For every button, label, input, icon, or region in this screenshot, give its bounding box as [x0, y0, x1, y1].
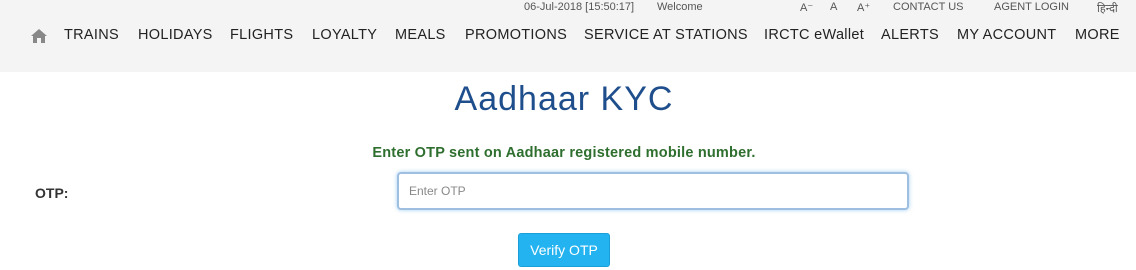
nav-item-irctc-ewallet[interactable]: IRCTC eWallet	[764, 27, 864, 43]
font-increase-button[interactable]: A⁺	[857, 1, 870, 14]
agent-login-link[interactable]: AGENT LOGIN	[994, 1, 1069, 13]
nav-item-flights[interactable]: FLIGHTS	[230, 27, 293, 43]
nav-item-my-account[interactable]: MY ACCOUNT	[957, 27, 1056, 43]
verify-otp-button[interactable]: Verify OTP	[518, 233, 610, 267]
welcome-text: Welcome	[657, 1, 703, 13]
top-utility-bar: 06-Jul-2018 [15:50:17] Welcome A⁻ A A⁺ C…	[0, 0, 1136, 16]
page-title: Aadhaar KYC	[454, 80, 674, 118]
otp-label: OTP:	[35, 185, 69, 201]
contact-us-link[interactable]: CONTACT US	[893, 1, 964, 13]
font-decrease-button[interactable]: A⁻	[800, 1, 813, 14]
main-navigation: TRAINS HOLIDAYS FLIGHTS LOYALTY MEALS PR…	[0, 26, 1136, 48]
nav-item-trains[interactable]: TRAINS	[64, 27, 119, 43]
otp-input[interactable]	[397, 172, 909, 210]
current-datetime: 06-Jul-2018 [15:50:17]	[524, 1, 635, 13]
nav-item-meals[interactable]: MEALS	[395, 27, 446, 43]
nav-item-more[interactable]: MORE	[1075, 27, 1120, 43]
language-hindi-link[interactable]: हिन्दी	[1097, 1, 1118, 16]
nav-item-alerts[interactable]: ALERTS	[881, 27, 939, 43]
otp-instruction-message: Enter OTP sent on Aadhaar registered mob…	[372, 145, 756, 161]
nav-item-promotions[interactable]: PROMOTIONS	[465, 27, 567, 43]
nav-item-loyalty[interactable]: LOYALTY	[312, 27, 377, 43]
site-header: 06-Jul-2018 [15:50:17] Welcome A⁻ A A⁺ C…	[0, 0, 1136, 72]
font-normal-button[interactable]: A	[830, 1, 837, 13]
nav-item-service-at-stations[interactable]: SERVICE AT STATIONS	[584, 27, 748, 43]
nav-item-holidays[interactable]: HOLIDAYS	[138, 27, 213, 43]
